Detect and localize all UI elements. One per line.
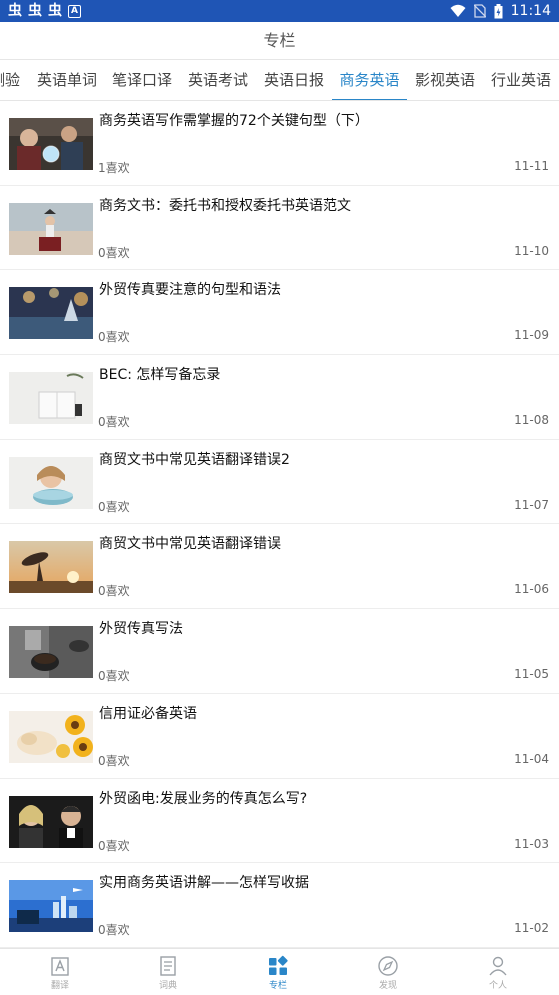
- wifi-icon: [450, 4, 466, 17]
- a-badge-icon: A: [68, 4, 81, 18]
- nav-label: 个人: [488, 981, 507, 991]
- list-item[interactable]: 外贸传真要注意的句型和语法 0喜欢 11-09: [0, 270, 559, 356]
- article-thumbnail: [9, 541, 93, 594]
- like-count: 0喜欢: [98, 499, 130, 514]
- tab-film-english[interactable]: 影视英语: [408, 60, 482, 100]
- tab-translation[interactable]: 笔译口译: [105, 60, 179, 100]
- battery-icon: [494, 3, 503, 18]
- category-tabs[interactable]: 测验 英语单词 笔译口译 英语考试 英语日报 商务英语 影视英语 行业英语: [0, 60, 559, 101]
- article-thumbnail: [9, 287, 93, 340]
- article-title: 商务文书：委托书和授权委托书英语范文: [99, 197, 351, 214]
- like-count: 0喜欢: [98, 923, 130, 938]
- article-title: 商贸文书中常见英语翻译错误2: [99, 451, 290, 468]
- article-thumbnail: [9, 372, 93, 425]
- nav-translate[interactable]: 翻译: [20, 953, 100, 991]
- article-list: 商务英语写作需掌握的72个关键句型（下） 1喜欢 11-11 商务文书：委托书和…: [0, 101, 559, 948]
- tab-english-exams[interactable]: 英语考试: [181, 60, 255, 100]
- like-count: 0喜欢: [98, 415, 130, 430]
- article-title: 实用商务英语讲解——怎样写收据: [99, 875, 309, 892]
- article-thumbnail: [9, 456, 93, 509]
- article-title: 外贸传真要注意的句型和语法: [99, 282, 281, 299]
- list-item[interactable]: 外贸传真写法 0喜欢 11-05: [0, 609, 559, 694]
- article-date: 11-03: [514, 836, 549, 851]
- article-date: 11-09: [514, 328, 549, 343]
- dictionary-icon: [160, 956, 176, 976]
- article-title: 信用证必备英语: [99, 705, 197, 722]
- list-item[interactable]: BEC: 怎样写备忘录 0喜欢 11-08: [0, 355, 559, 440]
- translate-icon: [51, 957, 69, 976]
- like-count: 0喜欢: [98, 669, 130, 684]
- bottom-navigation: 翻译 词典 专栏 发现 个人: [0, 948, 559, 995]
- no-sim-icon: [473, 4, 486, 18]
- article-thumbnail: [9, 795, 93, 848]
- nav-label: 发现: [378, 981, 397, 991]
- list-item[interactable]: 外贸函电:发展业务的传真怎么写? 0喜欢 11-03: [0, 779, 559, 864]
- article-date: 11-11: [514, 159, 549, 173]
- list-item[interactable]: 实用商务英语讲解——怎样写收据 0喜欢 11-02: [0, 863, 559, 948]
- nav-discover[interactable]: 发现: [348, 953, 428, 991]
- list-item[interactable]: 商贸文书中常见英语翻译错误 0喜欢 11-06: [0, 524, 559, 610]
- column-icon: [269, 955, 288, 975]
- article-title: 外贸传真写法: [99, 621, 183, 638]
- article-date: 11-10: [514, 243, 549, 258]
- like-count: 1喜欢: [98, 161, 130, 175]
- article-thumbnail: [9, 710, 93, 763]
- nav-dictionary[interactable]: 词典: [128, 953, 208, 991]
- article-title: 商贸文书中常见英语翻译错误: [99, 536, 281, 553]
- nav-label: 词典: [158, 981, 177, 991]
- tab-industry-english[interactable]: 行业英语: [484, 60, 558, 100]
- article-thumbnail: [9, 202, 93, 255]
- app-notification-icon: 虫: [8, 3, 22, 19]
- tab-english-daily[interactable]: 英语日报: [257, 60, 331, 100]
- list-item[interactable]: 商务英语写作需掌握的72个关键句型（下） 1喜欢 11-11: [0, 101, 559, 186]
- article-thumbnail: [9, 626, 93, 679]
- like-count: 0喜欢: [98, 838, 130, 853]
- article-thumbnail: [9, 118, 93, 170]
- compass-icon: [378, 956, 398, 976]
- article-date: 11-04: [514, 751, 549, 766]
- article-title: 外贸函电:发展业务的传真怎么写?: [99, 790, 308, 807]
- article-title: BEC: 怎样写备忘录: [99, 367, 221, 384]
- article-title: 商务英语写作需掌握的72个关键句型（下）: [99, 113, 369, 129]
- status-bar: 虫 虫 虫 A 11:14: [0, 0, 559, 22]
- app-notification-icon: 虫: [28, 3, 42, 19]
- like-count: 0喜欢: [98, 330, 130, 345]
- tab-business-english[interactable]: 商务英语: [332, 60, 407, 100]
- article-date: 11-02: [514, 921, 549, 936]
- header-bar: 专栏: [0, 22, 559, 60]
- person-icon: [489, 956, 507, 976]
- article-thumbnail: [9, 880, 93, 933]
- page-title: 专栏: [263, 31, 296, 50]
- list-item[interactable]: 商务文书：委托书和授权委托书英语范文 0喜欢 11-10: [0, 186, 559, 271]
- article-date: 11-06: [514, 582, 549, 597]
- tab-quiz[interactable]: 测验: [0, 60, 22, 100]
- nav-column[interactable]: 专栏: [238, 953, 318, 991]
- like-count: 0喜欢: [98, 245, 130, 260]
- nav-profile[interactable]: 个人: [458, 953, 538, 991]
- nav-label: 翻译: [50, 981, 69, 991]
- clock: 11:14: [510, 3, 551, 19]
- article-date: 11-08: [514, 413, 549, 428]
- article-date: 11-05: [514, 667, 549, 682]
- nav-label: 专栏: [268, 981, 287, 991]
- tab-english-words[interactable]: 英语单词: [30, 60, 104, 100]
- app-notification-icon: 虫: [48, 3, 62, 19]
- list-item[interactable]: 信用证必备英语 0喜欢 11-04: [0, 694, 559, 779]
- list-item[interactable]: 商贸文书中常见英语翻译错误2 0喜欢 11-07: [0, 440, 559, 525]
- like-count: 0喜欢: [98, 584, 130, 599]
- article-date: 11-07: [514, 497, 549, 512]
- like-count: 0喜欢: [98, 753, 130, 768]
